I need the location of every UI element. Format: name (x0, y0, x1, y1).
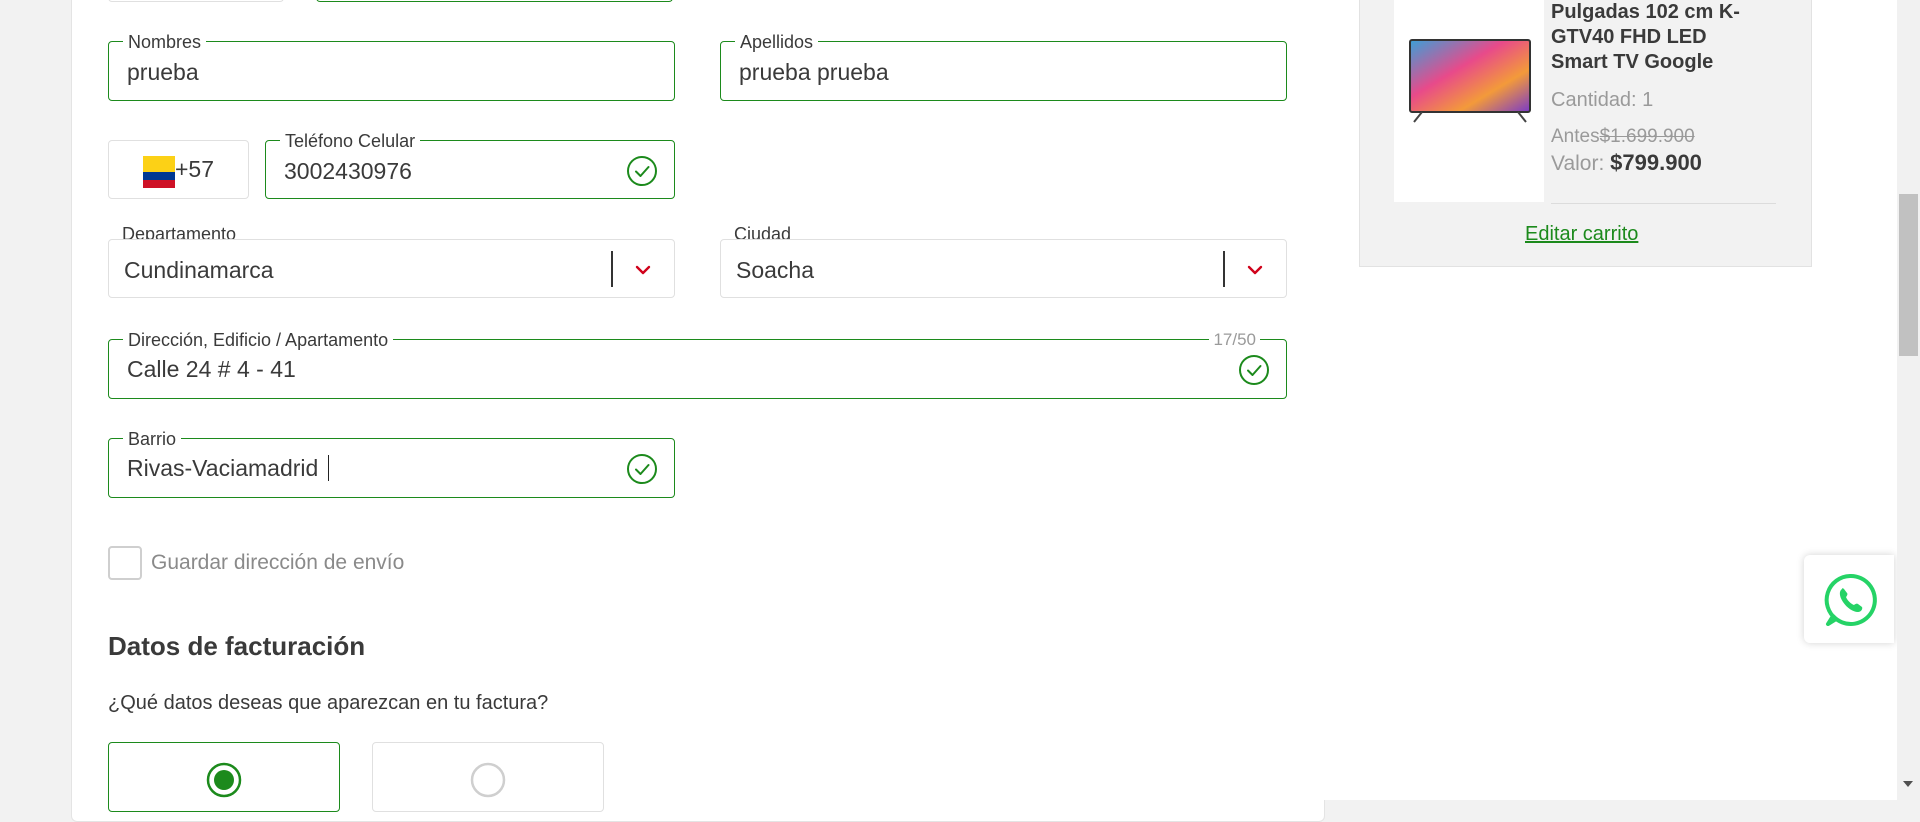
department-value: Cundinamarca (124, 257, 274, 283)
product-before-price: Antes$1.699.900 (1551, 126, 1695, 148)
first-name-value[interactable]: prueba (127, 58, 199, 86)
address-field[interactable]: Dirección, Edificio / Apartamento 17/50 … (108, 330, 1287, 399)
product-name: Pulgadas 102 cm K-GTV40 FHD LED Smart TV… (1551, 1, 1740, 73)
before-label: Antes (1551, 126, 1600, 147)
save-address-checkbox[interactable] (108, 546, 142, 580)
chevron-down-icon[interactable] (633, 260, 653, 280)
select-separator (1223, 251, 1225, 287)
product-quantity: Cantidad: 1 (1551, 89, 1654, 111)
select-separator (611, 251, 613, 287)
department-select[interactable]: Cundinamarca (108, 239, 675, 298)
billing-option-1[interactable] (108, 742, 340, 812)
edit-cart-link[interactable]: Editar carrito (1525, 223, 1638, 246)
check-circle-icon (627, 454, 657, 484)
last-name-field[interactable]: Apellidos prueba prueba (720, 32, 1287, 101)
city-value: Soacha (736, 257, 815, 283)
neighborhood-field[interactable]: Barrio Rivas-Vaciamadrid (108, 429, 675, 498)
address-value[interactable]: Calle 24 # 4 - 41 (127, 355, 296, 383)
before-price-value: $1.699.900 (1599, 126, 1695, 147)
check-circle-icon (627, 156, 657, 186)
phone-label: Teléfono Celular (280, 131, 421, 151)
radio-unselected-icon[interactable] (470, 762, 506, 798)
radio-selected-icon[interactable] (206, 762, 242, 798)
product-price: Valor: $799.900 (1551, 150, 1702, 176)
billing-question: ¿Qué datos deseas que aparezcan en tu fa… (108, 692, 549, 714)
first-name-label: Nombres (123, 32, 207, 52)
city-select[interactable]: Soacha (720, 239, 1287, 298)
billing-option-2[interactable] (372, 742, 604, 812)
phone-field[interactable]: Teléfono Celular 3002430976 (265, 131, 675, 199)
phone-code-text: +57 (175, 156, 215, 182)
phone-value[interactable]: 3002430976 (284, 157, 412, 185)
chevron-down-icon[interactable] (1245, 260, 1265, 280)
check-circle-icon (1239, 355, 1269, 385)
save-address-label[interactable]: Guardar dirección de envío (151, 551, 404, 575)
first-name-field[interactable]: Nombres prueba (108, 32, 675, 101)
value-price: $799.900 (1610, 150, 1702, 175)
scroll-down-arrow-icon[interactable] (1903, 781, 1913, 787)
neighborhood-label: Barrio (123, 429, 182, 449)
scrollbar-thumb[interactable] (1899, 194, 1918, 356)
tv-image (1409, 39, 1531, 123)
scrollbar-track[interactable] (1897, 0, 1920, 800)
value-label: Valor: (1551, 152, 1605, 175)
colombia-flag-icon (143, 156, 175, 188)
cart-item-divider (1551, 203, 1776, 204)
text-cursor (328, 455, 329, 481)
phone-country-selector[interactable]: +57 (108, 140, 249, 199)
last-name-value[interactable]: prueba prueba (739, 58, 889, 86)
whatsapp-icon (1824, 573, 1877, 626)
neighborhood-value[interactable]: Rivas-Vaciamadrid (127, 454, 318, 482)
billing-section-title: Datos de facturación (108, 631, 366, 661)
address-label: Dirección, Edificio / Apartamento (123, 330, 394, 350)
partial-field-top-right[interactable] (316, 0, 673, 2)
address-char-counter: 17/50 (1209, 330, 1260, 350)
partial-field-top-left[interactable] (108, 0, 284, 2)
product-thumbnail (1394, 0, 1544, 202)
last-name-label: Apellidos (735, 32, 819, 52)
whatsapp-button[interactable] (1804, 555, 1894, 643)
